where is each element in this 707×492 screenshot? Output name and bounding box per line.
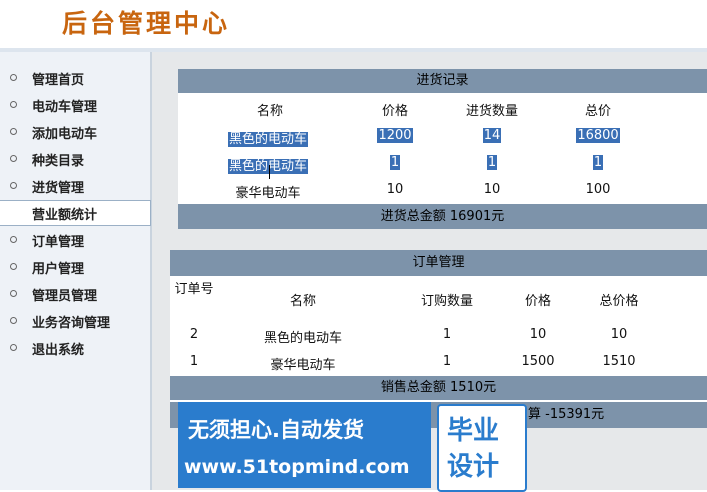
purchase-cell-price: 10 bbox=[386, 182, 404, 197]
purchase-cell-total: 16800 bbox=[576, 128, 620, 143]
purchase-cell-qty: 1 bbox=[486, 155, 498, 170]
header: 后台管理中心 bbox=[0, 0, 707, 48]
nav-item-ebike-manage[interactable]: 电动车管理 bbox=[0, 93, 150, 117]
orders-cell-total: 1510 bbox=[602, 354, 636, 369]
bullet-icon bbox=[10, 317, 17, 324]
bullet-icon bbox=[10, 128, 17, 135]
bullet-icon bbox=[10, 344, 17, 351]
purchase-total-bar: 进货总金额 16901元 bbox=[178, 204, 707, 229]
purchase-header-price: 价格 bbox=[381, 104, 408, 119]
purchase-cell-name: 豪华电动车 bbox=[235, 186, 301, 201]
nav-item-purchase[interactable]: 进货管理 bbox=[0, 174, 150, 198]
watermark-slogan: 无须担心.自动发货 bbox=[188, 418, 364, 442]
text-cursor-icon bbox=[269, 165, 272, 179]
orders-cell-qty: 1 bbox=[442, 354, 452, 369]
nav-item-users[interactable]: 用户管理 bbox=[0, 255, 150, 279]
bullet-icon bbox=[10, 236, 17, 243]
nav-item-admins[interactable]: 管理员管理 bbox=[0, 282, 150, 306]
bullet-icon bbox=[10, 74, 17, 81]
purchase-cell-name: 黑色的电动车 bbox=[227, 159, 308, 174]
purchase-header-qty: 进货数量 bbox=[465, 104, 518, 119]
nav-item-home[interactable]: 管理首页 bbox=[0, 66, 150, 90]
purchase-total: 进货总金额 16901元 bbox=[380, 209, 505, 224]
purchase-title: 进货记录 bbox=[416, 73, 469, 88]
bullet-icon bbox=[10, 290, 17, 297]
bullet-icon bbox=[10, 182, 17, 189]
orders-header-total: 总价格 bbox=[599, 294, 639, 309]
bullet-icon bbox=[10, 101, 17, 108]
page-title: 后台管理中心 bbox=[62, 9, 231, 38]
purchase-cell-price: 1 bbox=[389, 155, 401, 170]
orders-cell-id: 1 bbox=[189, 354, 199, 369]
nav-item-revenue[interactable]: 营业额统计 bbox=[0, 200, 151, 226]
watermark-badge-line1: 毕业 bbox=[447, 416, 500, 446]
sidebar: 管理首页 电动车管理 添加电动车 种类目录 进货管理 营业额统计 订单管理 用户… bbox=[0, 52, 152, 490]
orders-title: 订单管理 bbox=[412, 255, 465, 270]
purchase-header-total: 总价 bbox=[584, 104, 611, 119]
watermark-url: www.51topmind.com bbox=[184, 456, 410, 478]
nav-item-add-ebike[interactable]: 添加电动车 bbox=[0, 120, 150, 144]
orders-cell-price: 10 bbox=[529, 327, 547, 342]
purchase-header-name: 名称 bbox=[256, 104, 283, 119]
purchase-cell-total: 1 bbox=[592, 155, 604, 170]
nav-item-category[interactable]: 种类目录 bbox=[0, 147, 150, 171]
orders-cell-qty: 1 bbox=[442, 327, 452, 342]
orders-title-bar: 订单管理 bbox=[170, 250, 707, 276]
sales-total: 销售总金额 1510元 bbox=[380, 380, 497, 395]
purchase-cell-name: 黑色的电动车 bbox=[227, 132, 308, 147]
orders-header-name: 名称 bbox=[289, 294, 316, 309]
profit-total: 算 -15391元 bbox=[528, 407, 605, 422]
orders-cell-name: 黑色的电动车 bbox=[263, 331, 342, 346]
nav-item-consult[interactable]: 业务咨询管理 bbox=[0, 309, 150, 333]
purchase-cell-qty: 14 bbox=[482, 128, 502, 143]
orders-cell-name: 豪华电动车 bbox=[270, 358, 336, 373]
purchase-cell-total: 100 bbox=[585, 182, 611, 197]
orders-cell-total: 10 bbox=[610, 327, 628, 342]
nav-item-logout[interactable]: 退出系统 bbox=[0, 336, 150, 360]
purchase-title-bar: 进货记录 bbox=[178, 69, 707, 93]
orders-header-price: 价格 bbox=[524, 294, 551, 309]
nav-item-orders[interactable]: 订单管理 bbox=[0, 228, 150, 252]
orders-header-id: 订单号 bbox=[174, 282, 214, 297]
orders-header-qty: 订购数量 bbox=[420, 294, 473, 309]
purchase-cell-price: 1200 bbox=[377, 128, 413, 143]
bullet-icon bbox=[10, 263, 17, 270]
purchase-cell-qty: 10 bbox=[483, 182, 501, 197]
watermark-badge-line2: 设计 bbox=[447, 452, 500, 482]
bullet-icon bbox=[10, 155, 17, 162]
sales-total-bar: 销售总金额 1510元 bbox=[170, 376, 707, 400]
orders-cell-price: 1500 bbox=[521, 354, 555, 369]
orders-cell-id: 2 bbox=[189, 327, 199, 342]
